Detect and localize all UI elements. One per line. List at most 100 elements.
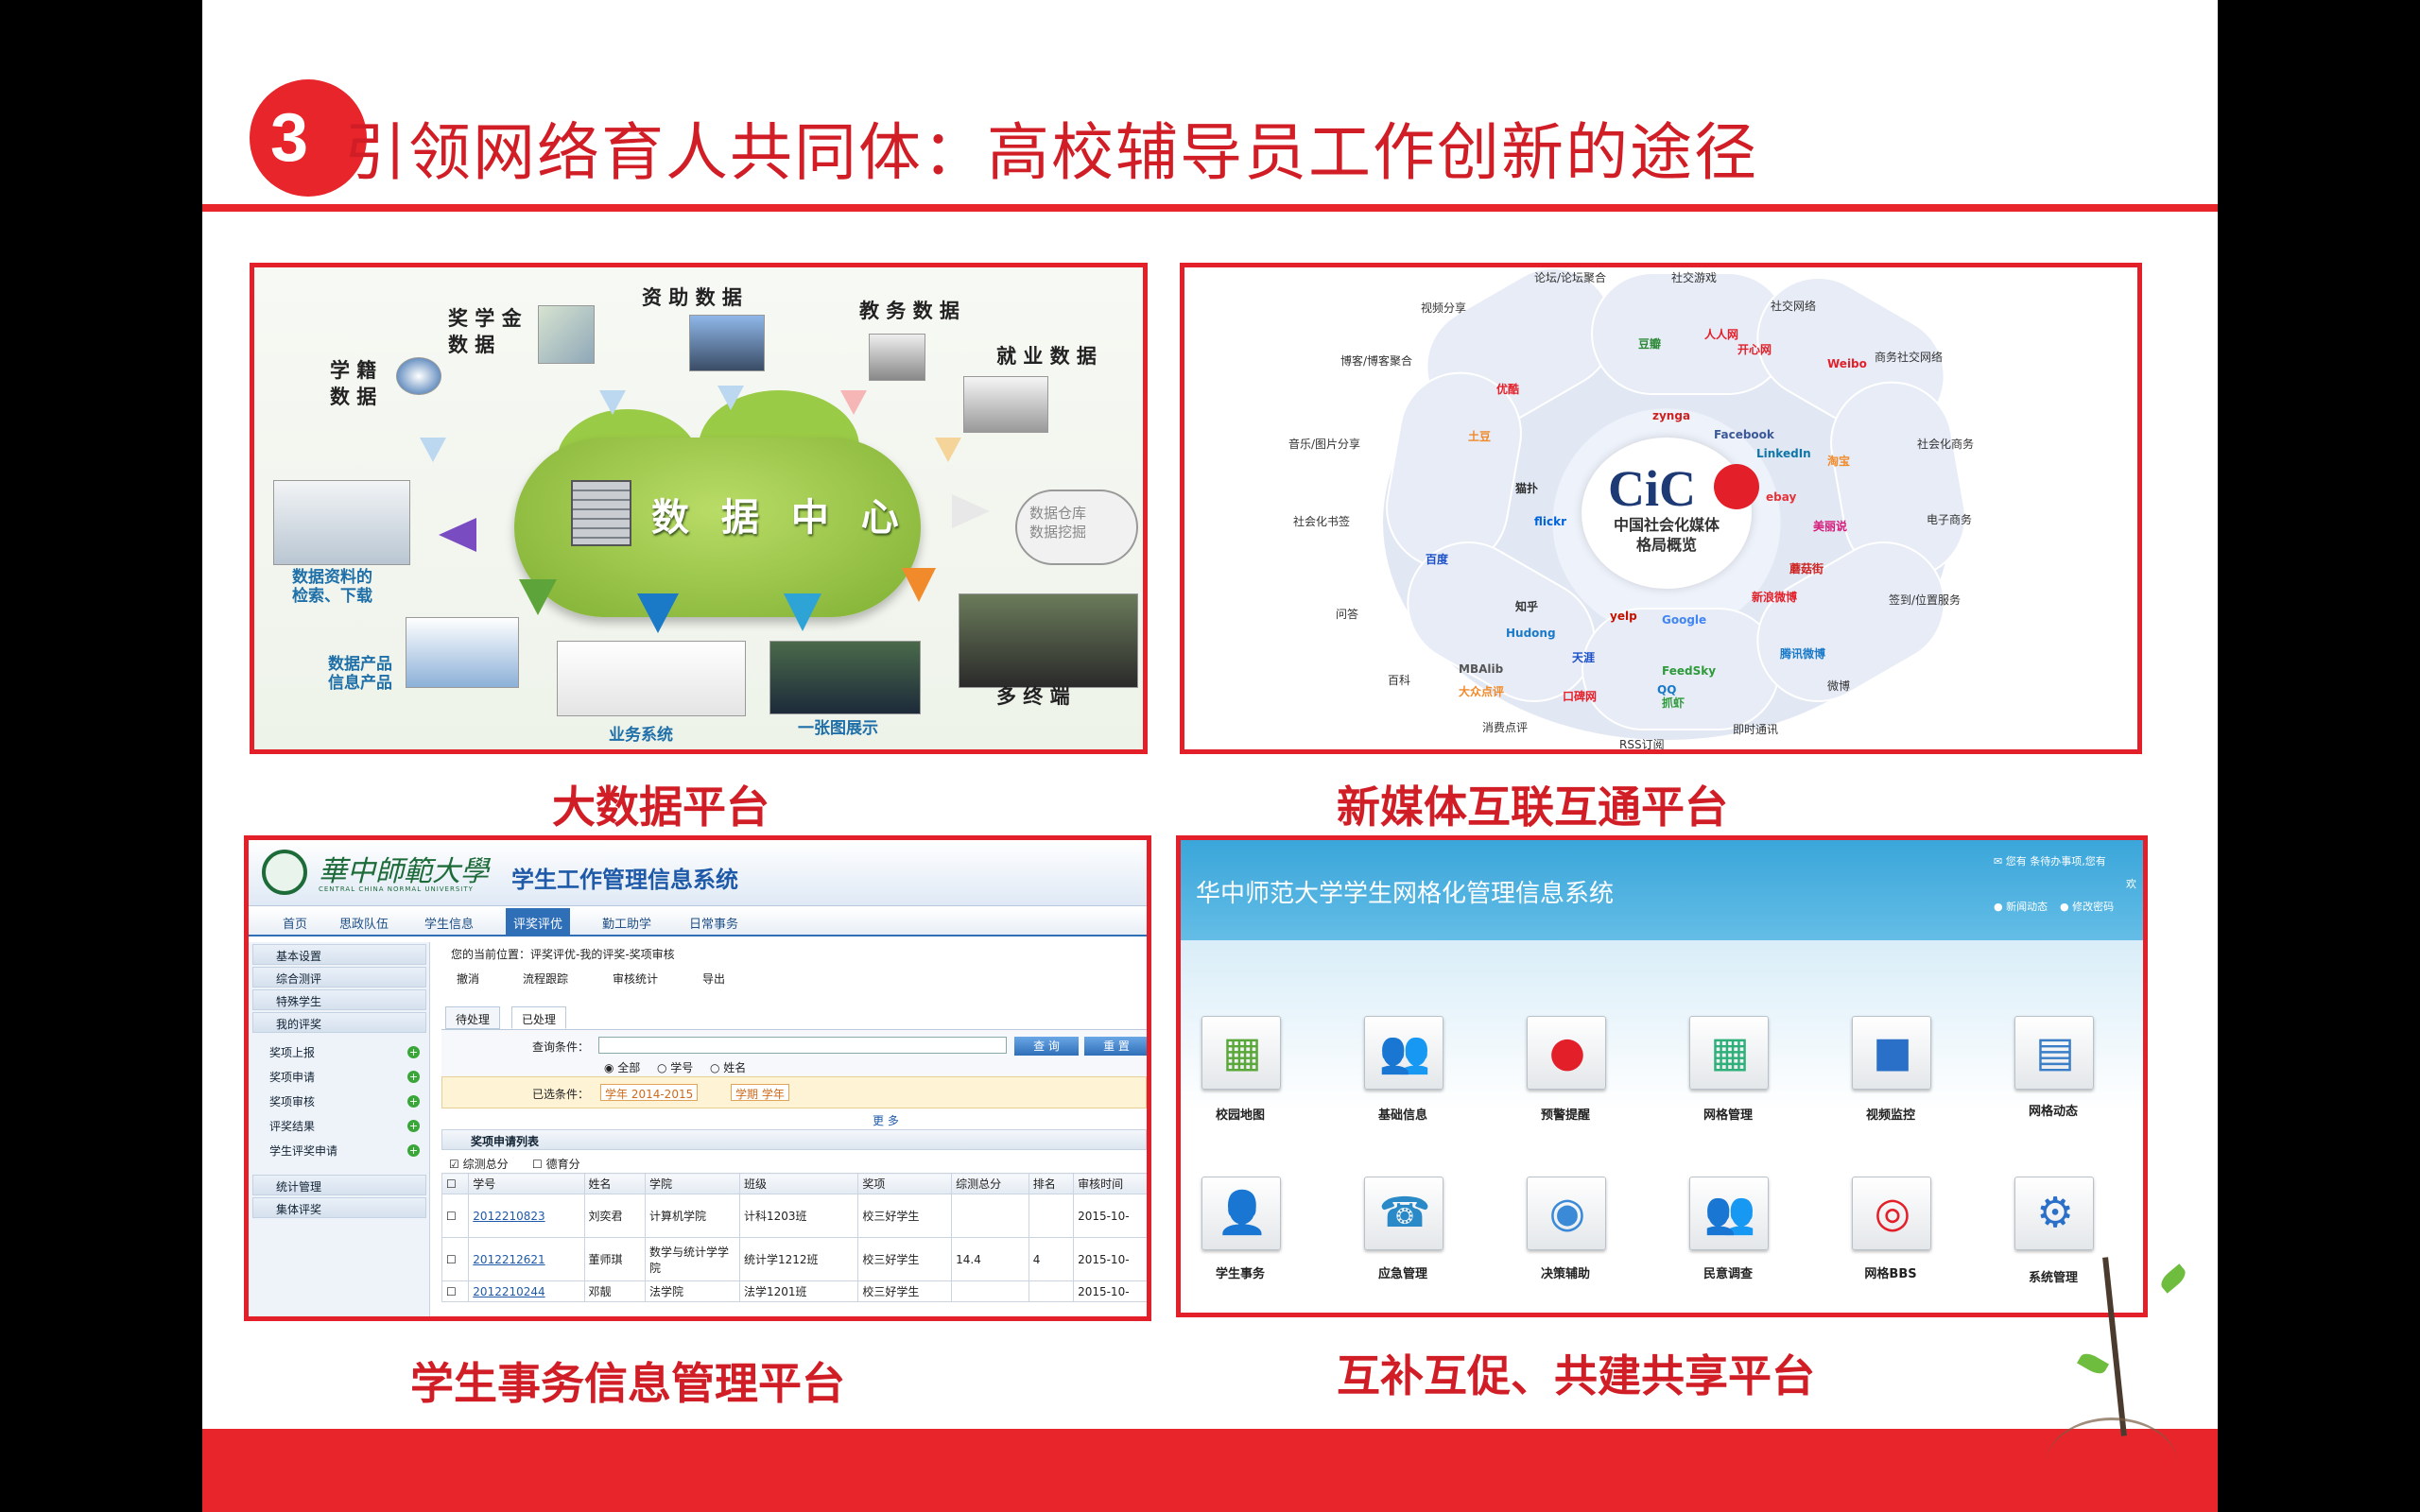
side-item[interactable]: 奖项上报 [269, 1044, 315, 1060]
side-group[interactable]: 我的评奖 [252, 1012, 426, 1033]
table-row[interactable]: ☐ 2012212621 董师琪 数学与统计学学院 统计学1212班 校三好学生… [441, 1237, 1147, 1281]
tab-pending[interactable]: 待处理 [445, 1006, 501, 1029]
cell-award: 校三好学生 [857, 1237, 953, 1281]
tile-label: 学生事务 [1215, 1267, 1265, 1281]
tile-system[interactable]: ⚙ [2014, 1177, 2094, 1250]
student-affairs-panel: 華中師範大學 CENTRAL CHINA NORMAL UNIVERSITY 学… [244, 835, 1151, 1321]
nav-awards[interactable]: 评奖评优 [506, 908, 571, 936]
column-header[interactable]: 班级 [738, 1173, 859, 1194]
big-data-panel: 数 据 中 心 学 籍 数 据 奖 学 金 数 据 资 助 数 据 教 务 数 … [250, 263, 1148, 754]
table-row[interactable]: ☐ 2012210244 邓靓 法学院 法学1201班 校三好学生 2015-1… [441, 1280, 1147, 1302]
brand-logo: 天涯 [1572, 651, 1596, 664]
tile-basic-info[interactable]: 👥 [1364, 1016, 1443, 1090]
nav-work-study[interactable]: 勤工助学 [602, 914, 651, 932]
table-header-row: ☐ 学号 姓名 学院 班级 奖项 综测总分 排名 审核时间 [441, 1173, 1147, 1194]
query-input[interactable] [598, 1037, 1007, 1054]
column-header[interactable]: 综测总分 [951, 1173, 1029, 1194]
category-label: 音乐/图片分享 [1288, 438, 1361, 451]
add-icon[interactable]: + [407, 1095, 420, 1108]
cell-time: 2015-10- [1073, 1237, 1147, 1281]
cell-college: 数学与统计学学院 [644, 1237, 740, 1281]
condition-tag[interactable]: 学年 2014-2015 [600, 1084, 699, 1101]
brand-logo: MBAlib [1459, 662, 1504, 676]
cell-rank [1028, 1280, 1075, 1302]
category-label: 消费点评 [1482, 721, 1529, 734]
arrow-out-icon [439, 518, 476, 552]
nav-staff[interactable]: 思政队伍 [339, 914, 389, 932]
change-password-link[interactable]: ● 修改密码 [2060, 899, 2114, 914]
side-group[interactable]: 集体评奖 [252, 1197, 426, 1218]
category-label: 博客/博客聚合 [1340, 354, 1413, 368]
tile-alert[interactable]: ● [1527, 1016, 1606, 1090]
news-link[interactable]: ● 新闻动态 [1994, 899, 2048, 914]
column-header[interactable]: 奖项 [857, 1173, 953, 1194]
student-id-link[interactable]: 2012210244 [468, 1280, 585, 1302]
arrow-out-icon [952, 494, 990, 528]
nav-student-info[interactable]: 学生信息 [424, 914, 474, 932]
main-nav: 首页 思政队伍 学生信息 评奖评优 勤工助学 日常事务 [249, 908, 1147, 936]
side-item[interactable]: 评奖结果 [269, 1118, 315, 1134]
row-checkbox[interactable]: ☐ [441, 1237, 470, 1281]
query-button[interactable]: 查 询 [1014, 1037, 1079, 1056]
category-label: 社会化书签 [1293, 515, 1351, 528]
flow-track-button[interactable]: 流程跟踪 [523, 971, 568, 987]
brand-logo: 新浪微博 [1752, 591, 1798, 604]
side-item[interactable]: 奖项审核 [269, 1093, 315, 1109]
tab-processed[interactable]: 已处理 [511, 1006, 567, 1029]
add-icon[interactable]: + [407, 1144, 420, 1157]
gear-icon: ⚙ [2036, 1189, 2074, 1237]
tile-student-affairs[interactable]: 👤 [1201, 1177, 1281, 1250]
todo-notice[interactable]: ✉ 您有 条待办事项,您有 [1994, 853, 2106, 868]
radio-name[interactable]: ○ 姓名 [710, 1059, 746, 1075]
checkbox-total-score[interactable]: ☑ 综测总分 [449, 1156, 509, 1172]
table-row[interactable]: ☐ 2012210823 刘奕君 计算机学院 计科1203班 校三好学生 201… [441, 1194, 1147, 1238]
source-academic: 教 务 数 据 [859, 300, 959, 322]
column-header[interactable]: 学号 [468, 1173, 585, 1194]
select-all-checkbox[interactable]: ☐ [441, 1173, 470, 1194]
export-button[interactable]: 导出 [702, 971, 725, 987]
add-icon[interactable]: + [407, 1120, 420, 1132]
side-group[interactable]: 特殊学生 [252, 989, 426, 1010]
row-checkbox[interactable]: ☐ [441, 1194, 470, 1238]
tile-grid-manage[interactable]: ▦ [1689, 1016, 1769, 1090]
add-icon[interactable]: + [407, 1046, 420, 1058]
tile-decision[interactable]: ◉ [1527, 1177, 1606, 1250]
revoke-button[interactable]: 撤消 [457, 971, 479, 987]
tile-video[interactable]: ■ [1852, 1016, 1931, 1090]
arrow-in-icon [420, 438, 446, 462]
column-header[interactable]: 审核时间 [1073, 1173, 1147, 1194]
radio-all[interactable]: ◉ 全部 [604, 1059, 640, 1075]
student-id-link[interactable]: 2012212621 [468, 1237, 585, 1281]
tile-label: 决策辅助 [1540, 1267, 1590, 1281]
condition-tag[interactable]: 学期 学年 [731, 1084, 789, 1101]
column-header[interactable]: 姓名 [583, 1173, 646, 1194]
tile-survey[interactable]: 👥 [1689, 1177, 1769, 1250]
student-id-link[interactable]: 2012210823 [468, 1194, 585, 1238]
row-checkbox[interactable]: ☐ [441, 1280, 470, 1302]
map-icon: ▦ [1222, 1028, 1262, 1076]
tile-campus-map[interactable]: ▦ [1201, 1016, 1281, 1090]
more-toggle[interactable]: 更 多 [873, 1112, 899, 1128]
nav-daily-affairs[interactable]: 日常事务 [689, 914, 738, 932]
brand-logo: 知乎 [1515, 600, 1539, 613]
tile-bbs[interactable]: ◎ [1852, 1177, 1931, 1250]
column-header[interactable]: 学院 [644, 1173, 740, 1194]
side-group[interactable]: 基本设置 [252, 944, 426, 965]
add-icon[interactable]: + [407, 1071, 420, 1083]
radio-student-id[interactable]: ○ 学号 [657, 1059, 693, 1075]
audit-stats-button[interactable]: 审核统计 [613, 971, 658, 987]
checkbox-moral-score[interactable]: ☐ 德育分 [532, 1156, 580, 1172]
nav-home[interactable]: 首页 [283, 914, 307, 932]
tile-grid-news[interactable]: ▤ [2014, 1016, 2094, 1090]
leaf-icon [2157, 1263, 2189, 1294]
column-header[interactable]: 排名 [1028, 1173, 1075, 1194]
reset-button[interactable]: 重 置 [1084, 1037, 1147, 1056]
tile-emergency[interactable]: ☎ [1364, 1177, 1443, 1250]
side-group[interactable]: 统计管理 [252, 1175, 426, 1195]
side-item[interactable]: 学生评奖申请 [269, 1143, 337, 1159]
camera-icon: ■ [1873, 1028, 1912, 1076]
cell-score: 14.4 [951, 1237, 1029, 1281]
side-group[interactable]: 综合测评 [252, 967, 426, 988]
side-item[interactable]: 奖项申请 [269, 1069, 315, 1085]
download-label: 数据资料的 检索、下载 [292, 568, 372, 606]
